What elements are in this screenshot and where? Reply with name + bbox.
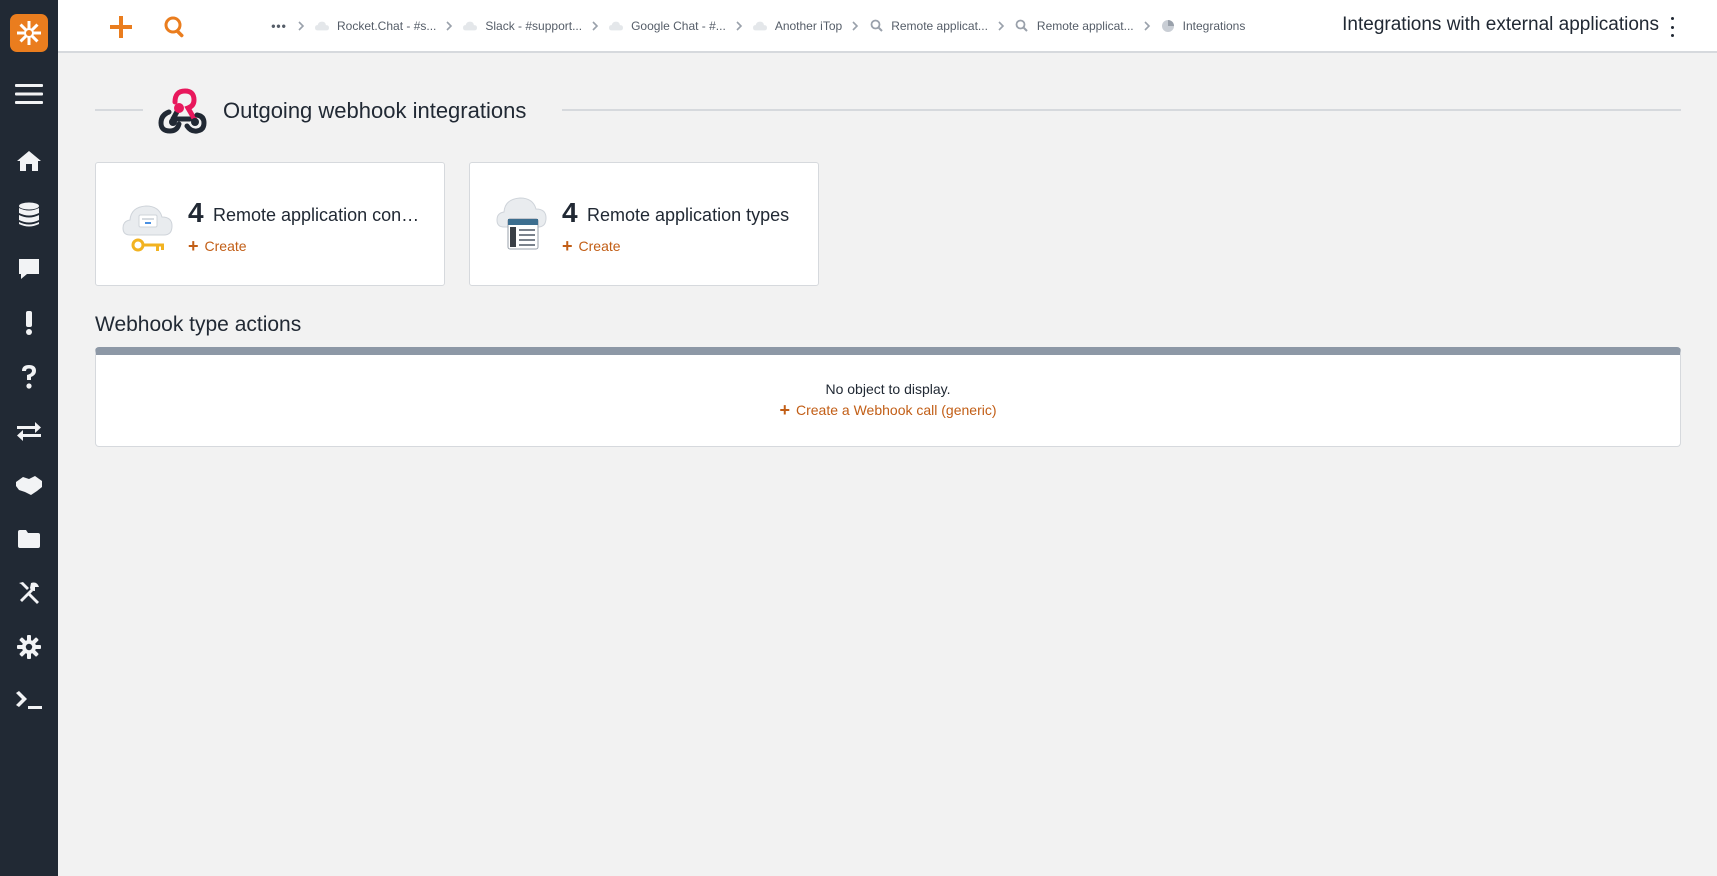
breadcrumb-label: Another iTop	[774, 18, 843, 33]
kebab-dot	[1670, 17, 1674, 20]
logo-icon	[17, 21, 41, 45]
tools-icon	[19, 582, 39, 604]
create-link[interactable]: + Create	[562, 236, 621, 256]
kebab-dot	[1670, 34, 1674, 37]
cloud-icon	[609, 19, 624, 33]
breadcrumb-item[interactable]: Another iTop	[752, 18, 843, 33]
sidebar-item-files[interactable]	[11, 521, 47, 557]
webhook-actions-panel: No object to display. + Create a Webhook…	[95, 347, 1681, 447]
sidebar-item-home[interactable]	[11, 143, 47, 179]
plus-icon: +	[188, 236, 199, 256]
sidebar	[0, 0, 58, 876]
dashlet-count: 4	[562, 197, 578, 228]
sidebar-item-change[interactable]	[11, 413, 47, 449]
page-title: Integrations with external applications	[1342, 14, 1659, 35]
page-menu-button[interactable]	[1667, 17, 1677, 37]
plus-icon: +	[562, 236, 573, 256]
search-icon	[1015, 19, 1029, 33]
search-icon	[869, 19, 883, 33]
divider	[95, 109, 143, 111]
sidebar-item-configuration[interactable]	[11, 197, 47, 233]
folder-icon	[18, 530, 40, 548]
top-bar: ••• Rocket.Chat - #s... Slack - #support…	[58, 0, 1717, 53]
dashlet-remote-application-connections[interactable]: 4 Remote application connections + Creat…	[95, 162, 445, 286]
cloud-server-icon	[496, 197, 547, 250]
sidebar-item-system[interactable]	[11, 629, 47, 665]
chevron-right-icon	[736, 20, 743, 31]
breadcrumb-item[interactable]: Remote applicat...	[869, 19, 988, 33]
sidebar-item-problem[interactable]	[11, 359, 47, 395]
dashlet-label: Remote application types	[587, 205, 790, 225]
home-icon	[17, 151, 41, 171]
sidebar-item-admin-tools[interactable]	[11, 575, 47, 611]
chevron-right-icon	[446, 20, 453, 31]
exclamation-icon	[26, 311, 32, 335]
handshake-icon	[16, 476, 42, 495]
empty-state-text: No object to display.	[825, 381, 951, 397]
plus-icon: +	[779, 400, 790, 420]
pie-chart-icon	[1161, 19, 1175, 33]
breadcrumb-label: Remote applicat...	[891, 18, 988, 33]
divider	[562, 109, 1681, 111]
chevron-right-icon	[852, 20, 859, 31]
breadcrumb-label: Google Chat - #...	[631, 18, 726, 33]
menu-icon	[15, 84, 43, 104]
breadcrumb-item[interactable]: Rocket.Chat - #s...	[315, 19, 436, 33]
global-search-button[interactable]	[158, 10, 192, 44]
sidebar-item-incident[interactable]	[11, 305, 47, 341]
comment-icon	[19, 259, 39, 279]
menu-toggle-button[interactable]	[11, 76, 47, 112]
gear-icon	[17, 635, 41, 659]
chevron-right-icon	[298, 20, 305, 31]
webhook-icon	[158, 88, 207, 134]
section-header: Outgoing webhook integrations	[95, 86, 1681, 134]
app-logo[interactable]	[10, 14, 48, 52]
breadcrumb: ••• Rocket.Chat - #s... Slack - #support…	[270, 0, 1245, 51]
terminal-icon	[16, 691, 42, 709]
breadcrumb-item[interactable]: Remote applicat...	[1015, 19, 1134, 33]
breadcrumb-label: Rocket.Chat - #s...	[337, 18, 437, 33]
kebab-dot	[1670, 25, 1674, 29]
create-webhook-link[interactable]: + Create a Webhook call (generic)	[96, 400, 1680, 420]
chevron-right-icon	[998, 20, 1005, 31]
section-title: Outgoing webhook integrations	[223, 98, 527, 123]
sidebar-item-service[interactable]	[11, 467, 47, 503]
exchange-icon	[17, 422, 41, 441]
new-object-button[interactable]	[104, 10, 138, 44]
breadcrumb-item[interactable]: Slack - #support...	[463, 19, 582, 33]
chevron-right-icon	[592, 20, 599, 31]
panel-title: Webhook type actions	[95, 313, 302, 336]
breadcrumb-label: Slack - #support...	[485, 18, 583, 33]
cloud-icon	[315, 19, 329, 33]
search-icon	[164, 16, 184, 38]
create-label: Create	[578, 238, 621, 254]
cloud-icon	[752, 19, 767, 33]
create-webhook-label: Create a Webhook call (generic)	[796, 402, 997, 418]
plus-icon	[110, 16, 132, 38]
chevron-right-icon	[1144, 20, 1151, 31]
dashlet-count: 4	[188, 197, 204, 228]
sidebar-item-console[interactable]	[11, 683, 47, 719]
breadcrumb-label: Integrations	[1182, 18, 1246, 33]
breadcrumb-item-current[interactable]: Integrations	[1161, 18, 1246, 33]
dashlet-label: Remote application connections	[213, 205, 423, 225]
question-icon	[22, 365, 36, 389]
breadcrumb-label: Remote applicat...	[1036, 18, 1134, 33]
create-link[interactable]: + Create	[188, 236, 247, 256]
cloud-key-icon	[122, 205, 173, 252]
breadcrumb-more-button[interactable]: •••	[270, 19, 288, 33]
breadcrumb-item[interactable]: Google Chat - #...	[609, 19, 726, 33]
dashlet-remote-application-types[interactable]: 4 Remote application types + Create	[469, 162, 819, 286]
sidebar-item-helpdesk[interactable]	[11, 251, 47, 287]
cloud-icon	[463, 19, 478, 33]
database-icon	[19, 202, 39, 227]
create-label: Create	[204, 238, 247, 254]
